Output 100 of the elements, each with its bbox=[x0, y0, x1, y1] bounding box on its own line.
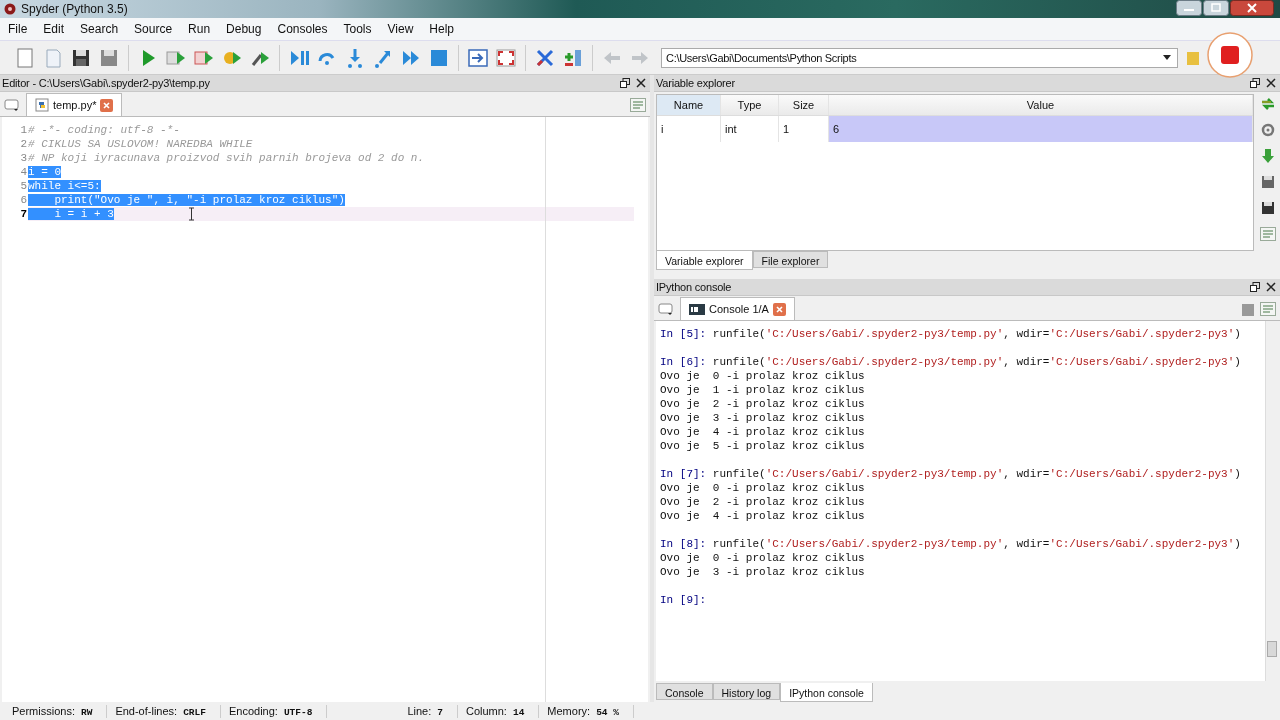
status-value: CRLF bbox=[183, 706, 206, 718]
console-tab[interactable]: Console 1/A bbox=[680, 297, 795, 320]
status-label: Encoding: bbox=[228, 704, 278, 717]
menu-item[interactable]: View bbox=[379, 22, 422, 36]
status-label: End-of-lines: bbox=[115, 704, 178, 717]
scroll-thumb[interactable] bbox=[1267, 641, 1277, 657]
menu-item[interactable]: Debug bbox=[218, 22, 270, 36]
app-logo-icon bbox=[4, 3, 16, 15]
console-prompt: In [7]: bbox=[660, 468, 707, 480]
line-number: 2 bbox=[19, 137, 28, 151]
line-number: 3 bbox=[19, 151, 28, 165]
pane-tab[interactable]: Variable explorer bbox=[656, 251, 753, 270]
fullscreen-icon[interactable] bbox=[495, 46, 517, 69]
pane-tab[interactable]: IPython console bbox=[780, 683, 873, 702]
code-line: # -*- coding: utf-8 -*- bbox=[28, 124, 180, 136]
save-data-icon[interactable] bbox=[1260, 174, 1276, 190]
code-line: # CIKLUS SA USLOVOM! NAREDBA WHILE bbox=[28, 138, 253, 150]
console-output-line: Ovo je 3 -i prolaz kroz ciklus bbox=[660, 412, 865, 424]
menu-item[interactable]: Search bbox=[72, 22, 127, 36]
close-icon[interactable] bbox=[1230, 0, 1274, 16]
console-output-line: Ovo je 2 -i prolaz kroz ciklus bbox=[660, 496, 865, 508]
console-output-line: Ovo je 1 -i prolaz kroz ciklus bbox=[660, 384, 865, 396]
window-title: Spyder (Python 3.5) bbox=[21, 2, 128, 16]
menu-item[interactable]: Help bbox=[421, 22, 462, 36]
dropdown-caret-icon[interactable] bbox=[1163, 55, 1171, 60]
code-line: # NP koji iyracunava proizvod svih parnih brojeva od 2 do n. bbox=[28, 152, 425, 164]
pane-title: IPython console bbox=[656, 281, 732, 293]
table-cell: int bbox=[721, 116, 779, 142]
console-command: runfile('C:/Users/Gabi/.spyder2-py3/temp.py', wdir='C:/Users/Gabi/.spyder2-py3') bbox=[712, 356, 1241, 368]
status-value: RW bbox=[80, 706, 93, 718]
menu-item[interactable]: Edit bbox=[35, 22, 73, 36]
menu-item[interactable]: Consoles bbox=[269, 22, 336, 36]
console-icon bbox=[689, 303, 705, 315]
pane-title: Variable explorer bbox=[656, 77, 735, 89]
pane-tab[interactable]: History log bbox=[712, 683, 781, 700]
console-prompt: In [6]: bbox=[660, 356, 707, 368]
maximize-icon[interactable] bbox=[1203, 0, 1229, 16]
status-label: Memory: bbox=[547, 704, 591, 717]
console-prompt: In [5]: bbox=[660, 328, 707, 340]
console-command: runfile('C:/Users/Gabi/.spyder2-py3/temp.py', wdir='C:/Users/Gabi/.spyder2-py3') bbox=[712, 468, 1241, 480]
pane-title: Editor - C:\Users\Gabi\.spyder2-py3\temp.py bbox=[2, 77, 210, 89]
undock-icon[interactable] bbox=[620, 78, 630, 88]
pane-tab[interactable]: File explorer bbox=[752, 251, 829, 268]
console-output-line: Ovo je 3 -i prolaz kroz ciklus bbox=[660, 566, 865, 578]
console-prompt: In [8]: bbox=[660, 538, 707, 550]
status-value: UTF-8 bbox=[283, 706, 313, 718]
console-output-line: Ovo je 0 -i prolaz kroz ciklus bbox=[660, 370, 865, 382]
line-number: 6 bbox=[19, 193, 28, 207]
console-output-line: Ovo je 4 -i prolaz kroz ciklus bbox=[660, 510, 865, 522]
python-file-icon bbox=[35, 98, 49, 112]
console-output-line: Ovo je 4 -i prolaz kroz ciklus bbox=[660, 426, 865, 438]
close-tab-icon[interactable] bbox=[772, 302, 786, 316]
minimize-icon[interactable] bbox=[1176, 0, 1202, 16]
text-cursor-icon bbox=[188, 207, 195, 221]
console-command: runfile('C:/Users/Gabi/.spyder2-py3/temp.py', wdir='C:/Users/Gabi/.spyder2-py3') bbox=[712, 328, 1241, 340]
line-number: 5 bbox=[19, 179, 28, 193]
column-header[interactable]: Name bbox=[657, 95, 721, 115]
tab-browse-icon[interactable] bbox=[658, 302, 674, 316]
status-value: 7 bbox=[437, 706, 443, 718]
console-output-line: Ovo je 5 -i prolaz kroz ciklus bbox=[660, 440, 865, 452]
menu-item[interactable]: File bbox=[0, 22, 36, 36]
maximize-pane-icon[interactable] bbox=[467, 46, 489, 69]
line-number: 7 bbox=[19, 207, 28, 221]
column-header[interactable]: Value bbox=[829, 95, 1253, 115]
undock-icon[interactable] bbox=[1250, 78, 1260, 88]
refresh-icon[interactable] bbox=[1260, 96, 1276, 112]
console-output-line: Ovo je 0 -i prolaz kroz ciklus bbox=[660, 552, 865, 564]
options-icon[interactable] bbox=[1260, 302, 1276, 316]
file-tab[interactable]: temp.py* bbox=[26, 93, 123, 116]
path-field[interactable]: C:\Users\Gabi\Documents\Python Scripts bbox=[661, 47, 1178, 68]
status-label: Permissions: bbox=[12, 704, 75, 717]
line-number: 1 bbox=[19, 123, 28, 137]
menu-item[interactable]: Run bbox=[180, 22, 219, 36]
table-cell: i bbox=[657, 116, 721, 142]
status-value: 14 bbox=[512, 706, 525, 718]
options-icon[interactable] bbox=[1260, 226, 1276, 242]
menu-item[interactable]: Tools bbox=[335, 22, 380, 36]
new-file-icon[interactable] bbox=[14, 46, 36, 69]
save-data-as-icon[interactable] bbox=[1260, 200, 1276, 216]
menu-item[interactable]: Source bbox=[126, 22, 181, 36]
line-number: 4 bbox=[19, 165, 28, 179]
close-tab-icon[interactable] bbox=[100, 98, 114, 112]
status-label: Column: bbox=[465, 704, 507, 717]
close-icon[interactable] bbox=[636, 78, 646, 88]
record-button-icon[interactable] bbox=[1207, 32, 1253, 78]
import-data-icon[interactable] bbox=[1260, 148, 1276, 164]
console-output-line: Ovo je 0 -i prolaz kroz ciklus bbox=[660, 482, 865, 494]
pane-tab[interactable]: Console bbox=[656, 683, 713, 700]
column-header[interactable]: Size bbox=[779, 95, 829, 115]
settings-icon[interactable] bbox=[1260, 122, 1276, 138]
status-value: 54 % bbox=[596, 706, 619, 718]
table-cell[interactable]: 6 bbox=[829, 116, 1253, 142]
close-icon[interactable] bbox=[1266, 78, 1276, 88]
undock-icon[interactable] bbox=[1250, 282, 1260, 292]
console-prompt: In [9]: bbox=[660, 594, 707, 606]
options-icon[interactable] bbox=[630, 98, 646, 112]
tab-browse-icon[interactable] bbox=[4, 98, 20, 112]
status-label: Line: bbox=[407, 704, 432, 717]
close-icon[interactable] bbox=[1266, 282, 1276, 292]
column-header[interactable]: Type bbox=[721, 95, 779, 115]
